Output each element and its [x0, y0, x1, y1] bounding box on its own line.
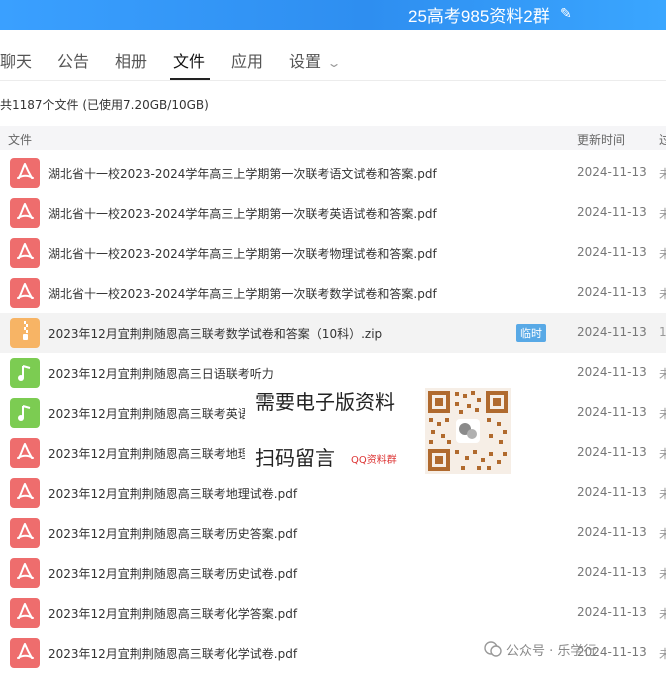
wechat-icon [484, 641, 502, 657]
edit-icon[interactable]: ✎ [560, 6, 572, 22]
pdf-icon [10, 518, 40, 548]
audio-icon [10, 358, 40, 388]
pdf-icon [10, 278, 40, 308]
table-header: 文件 更新时间 过 [0, 126, 666, 150]
pdf-icon [10, 238, 40, 268]
file-name[interactable]: 2023年12月宜荆荆随恩高三联考地理试卷.pdf [48, 485, 297, 502]
file-extra-status: 未 [659, 567, 666, 581]
tab-settings[interactable]: 设置 ⌄ [289, 48, 342, 72]
file-extra-status: 未 [659, 207, 666, 221]
file-name[interactable]: 2023年12月宜荆荆随恩高三日语联考听力 [48, 365, 274, 382]
file-updated-time: 2024-11-13 [577, 165, 647, 179]
pdf-icon [10, 478, 40, 508]
watermark-text: 公众号 · 乐学行 [506, 644, 597, 659]
audio-icon [10, 398, 40, 428]
pdf-icon [10, 438, 40, 468]
file-row[interactable]: 湖北省十一校2023-2024学年高三上学期第一次联考英语试卷和答案.pdf 20… [0, 193, 666, 233]
pdf-icon [10, 198, 40, 228]
file-row[interactable]: 2023年12月宜荆荆随恩高三联考化学答案.pdf 2024-11-13 未 [0, 593, 666, 633]
file-updated-time: 2024-11-13 [577, 325, 647, 339]
chevron-down-icon: ⌄ [326, 56, 342, 70]
file-row[interactable]: 湖北省十一校2023-2024学年高三上学期第一次联考数学试卷和答案.pdf 20… [0, 273, 666, 313]
file-updated-time: 2024-11-13 [577, 245, 647, 259]
tab-files[interactable]: 文件 [173, 48, 205, 72]
file-row[interactable]: 2023年12月宜荆荆随恩高三联考历史答案.pdf 2024-11-13 未 [0, 513, 666, 553]
pdf-icon [10, 158, 40, 188]
temporary-badge: 临时 [516, 324, 546, 342]
file-extra-status: 未 [659, 487, 666, 501]
group-header-bar: 25高考985资料2群 ✎ [0, 0, 666, 30]
storage-summary: 共1187个文件 (已使用7.20GB/10GB) [0, 98, 209, 112]
file-extra-status: 未 [659, 527, 666, 541]
file-updated-time: 2024-11-13 [577, 445, 647, 459]
tab-chat[interactable]: 聊天 [0, 48, 32, 72]
file-updated-time: 2024-11-13 [577, 605, 647, 619]
pdf-icon [10, 638, 40, 668]
file-extra-status: 未 [659, 447, 666, 461]
file-name[interactable]: 2023年12月宜荆荆随恩高三联考化学答案.pdf [48, 605, 297, 622]
zip-icon [10, 318, 40, 348]
file-name[interactable]: 2023年12月宜荆荆随恩高三联考英语听力 [48, 405, 274, 422]
promo-text-scan: 扫码留言 [255, 446, 335, 470]
file-row[interactable]: 湖北省十一校2023-2024学年高三上学期第一次联考语文试卷和答案.pdf 20… [0, 153, 666, 193]
pdf-icon [10, 598, 40, 628]
column-header-name[interactable]: 文件 [8, 131, 32, 148]
file-extra-status: 未 [659, 407, 666, 421]
promo-text: 需要电子版资料 [255, 390, 395, 414]
file-updated-time: 2024-11-13 [577, 565, 647, 579]
file-updated-time: 2024-11-13 [577, 365, 647, 379]
tab-apps[interactable]: 应用 [231, 48, 263, 72]
tab-announcement[interactable]: 公告 [57, 48, 89, 72]
promo-overlay: 需要电子版资料 扫码留言 QQ资料群 [245, 380, 520, 480]
file-extra-status: 未 [659, 247, 666, 261]
qr-code [425, 388, 511, 474]
file-extra-status: 未 [659, 607, 666, 621]
file-extra-status: 1 [659, 325, 666, 339]
file-name[interactable]: 2023年12月宜荆荆随恩高三联考化学试卷.pdf [48, 645, 297, 662]
promo-qq-tag: QQ资料群 [351, 455, 397, 466]
file-extra-status: 未 [659, 367, 666, 381]
file-name[interactable]: 2023年12月宜荆荆随恩高三联考历史试卷.pdf [48, 565, 297, 582]
active-tab-indicator [170, 78, 210, 80]
file-updated-time: 2024-11-13 [577, 525, 647, 539]
tab-settings-label: 设置 [289, 52, 322, 71]
file-row[interactable]: 2023年12月宜荆荆随恩高三联考历史试卷.pdf 2024-11-13 未 [0, 553, 666, 593]
column-header-time[interactable]: 更新时间 [577, 131, 625, 148]
file-name[interactable]: 湖北省十一校2023-2024学年高三上学期第一次联考数学试卷和答案.pdf [48, 285, 437, 302]
file-extra-status: 未 [659, 167, 666, 181]
file-updated-time: 2024-11-13 [577, 285, 647, 299]
file-row[interactable]: 2023年12月宜荆荆随恩高三联考数学试卷和答案（10科）.zip 临时 2024-… [0, 313, 666, 353]
group-title[interactable]: 25高考985资料2群 [408, 2, 550, 27]
file-name[interactable]: 湖北省十一校2023-2024学年高三上学期第一次联考语文试卷和答案.pdf [48, 165, 437, 182]
file-name[interactable]: 湖北省十一校2023-2024学年高三上学期第一次联考英语试卷和答案.pdf [48, 205, 437, 222]
file-extra-status: 未 [659, 287, 666, 301]
file-updated-time: 2024-11-13 [577, 485, 647, 499]
file-name[interactable]: 2023年12月宜荆荆随恩高三联考数学试卷和答案（10科）.zip [48, 325, 382, 342]
tab-album[interactable]: 相册 [115, 48, 147, 72]
file-row[interactable]: 湖北省十一校2023-2024学年高三上学期第一次联考物理试卷和答案.pdf 20… [0, 233, 666, 273]
pdf-icon [10, 558, 40, 588]
file-extra-status: 未 [659, 647, 666, 661]
file-updated-time: 2024-11-13 [577, 405, 647, 419]
column-header-extra[interactable]: 过 [659, 131, 666, 148]
file-name[interactable]: 2023年12月宜荆荆随恩高三联考历史答案.pdf [48, 525, 297, 542]
file-name[interactable]: 湖北省十一校2023-2024学年高三上学期第一次联考物理试卷和答案.pdf [48, 245, 437, 262]
tab-bar: 聊天 公告 相册 文件 应用 设置 ⌄ [0, 36, 666, 81]
file-updated-time: 2024-11-13 [577, 205, 647, 219]
